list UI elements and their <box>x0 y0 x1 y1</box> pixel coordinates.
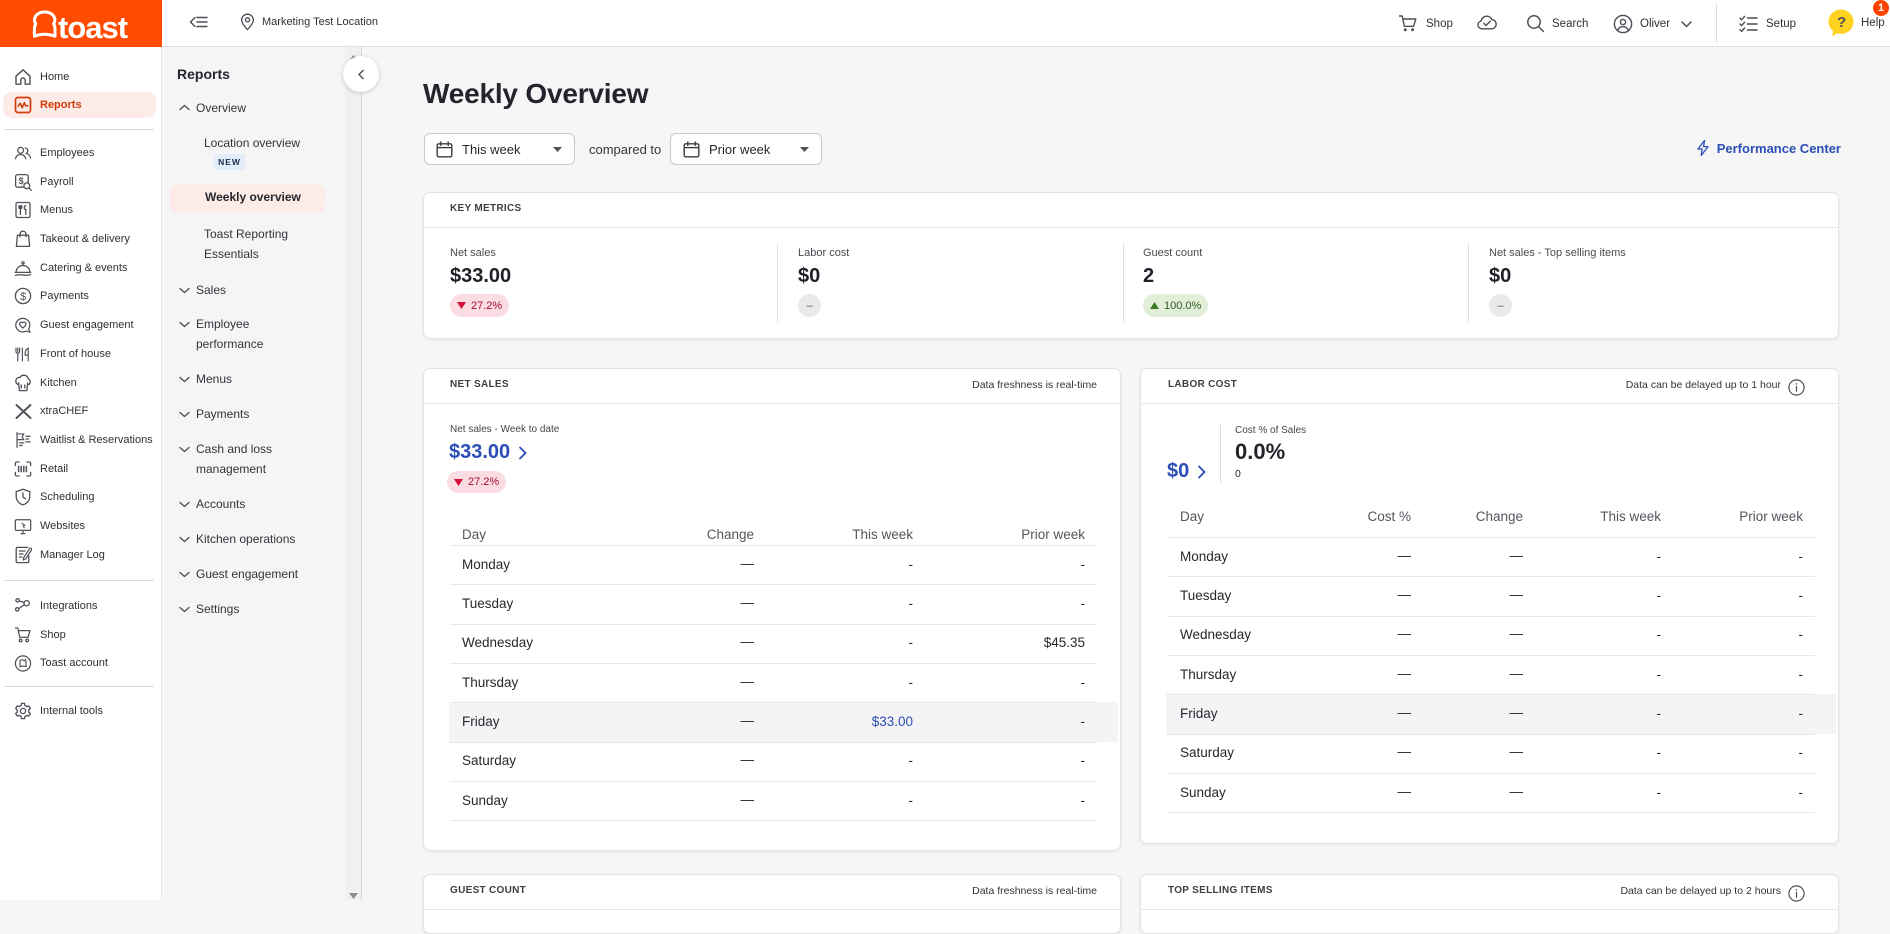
svg-text:$: $ <box>19 176 24 186</box>
svg-text:?: ? <box>1837 14 1846 31</box>
svg-text:$: $ <box>20 291 26 303</box>
svg-text:toast: toast <box>58 10 128 45</box>
